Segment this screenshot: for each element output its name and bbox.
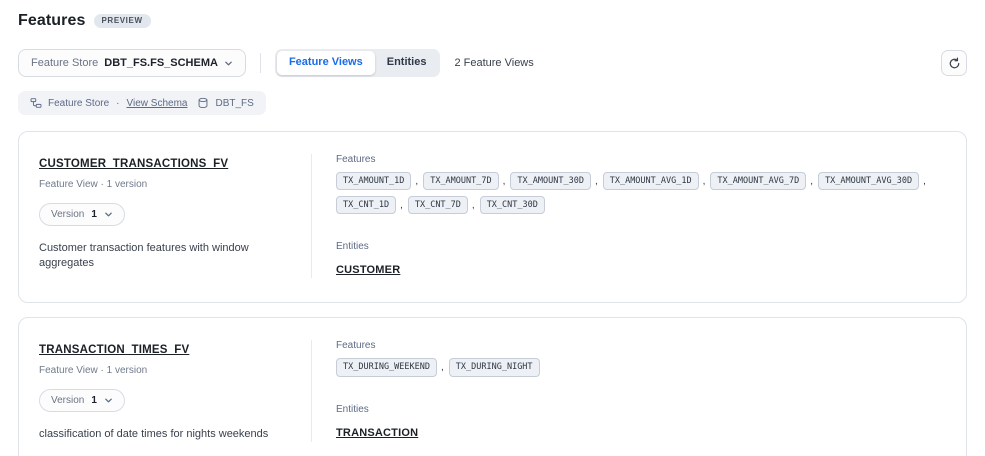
entities-section-label: Entities: [336, 241, 942, 252]
version-select-value: 1: [91, 395, 97, 406]
breadcrumb-store-label: Feature Store: [48, 98, 109, 109]
feature-store-select-value: DBT_FS.FS_SCHEMA: [104, 57, 218, 69]
refresh-icon: [948, 57, 961, 70]
feature-chip: TX_DURING_NIGHT: [449, 358, 540, 376]
page-header: Features PREVIEW: [18, 12, 967, 30]
entity-link-list: CUSTOMER: [336, 260, 942, 278]
feature-chip: TX_AMOUNT_AVG_1D: [603, 172, 699, 190]
database-icon: [197, 97, 209, 109]
refresh-button[interactable]: [941, 50, 967, 76]
feature-store-select-label: Feature Store: [31, 57, 98, 69]
feature-chip: TX_DURING_WEEKEND: [336, 358, 437, 376]
view-tabs: Feature Views Entities: [275, 49, 441, 76]
chevron-down-icon: [224, 59, 233, 68]
breadcrumb-database-name: DBT_FS: [215, 98, 253, 109]
preview-badge: PREVIEW: [94, 14, 151, 28]
feature-chip: TX_CNT_30D: [480, 196, 545, 214]
chip-separator: ,: [415, 176, 418, 187]
toolbar-divider: [260, 53, 261, 73]
entity-link[interactable]: CUSTOMER: [336, 264, 400, 276]
toolbar: Feature Store DBT_FS.FS_SCHEMA Feature V…: [18, 49, 967, 77]
card-summary: CUSTOMER_TRANSACTIONS_FV Feature View · …: [19, 132, 311, 302]
feature-view-subtitle: Feature View · 1 version: [39, 179, 291, 190]
feature-view-cards: CUSTOMER_TRANSACTIONS_FV Feature View · …: [18, 131, 967, 456]
entities-section: Entities CUSTOMER: [336, 241, 942, 278]
chip-separator: ,: [923, 176, 926, 187]
feature-chip-list: TX_AMOUNT_1D, TX_AMOUNT_7D, TX_AMOUNT_30D,…: [336, 172, 942, 214]
feature-view-card: TRANSACTION_TIMES_FV Feature View · 1 ve…: [18, 317, 967, 456]
chip-separator: ,: [595, 176, 598, 187]
feature-chip: TX_AMOUNT_30D: [510, 172, 591, 190]
feature-view-title-link[interactable]: CUSTOMER_TRANSACTIONS_FV: [39, 158, 228, 170]
feature-store-select[interactable]: Feature Store DBT_FS.FS_SCHEMA: [18, 49, 246, 77]
feature-chip-list: TX_DURING_WEEKEND, TX_DURING_NIGHT: [336, 358, 942, 376]
tab-entities[interactable]: Entities: [375, 51, 439, 74]
version-select-label: Version: [51, 395, 84, 406]
feature-chip: TX_AMOUNT_1D: [336, 172, 411, 190]
chip-separator: ,: [400, 200, 403, 211]
features-section-label: Features: [336, 340, 942, 351]
features-page: Features PREVIEW Feature Store DBT_FS.FS…: [0, 0, 985, 456]
features-section-label: Features: [336, 154, 942, 165]
version-select[interactable]: Version 1: [39, 203, 125, 226]
feature-chip: TX_AMOUNT_7D: [423, 172, 498, 190]
card-details: Features TX_AMOUNT_1D,TX_AMOUNT_7D,TX_AM…: [312, 132, 966, 302]
version-select-label: Version: [51, 209, 84, 220]
schema-icon: [30, 97, 42, 109]
entities-section: Entities TRANSACTION: [336, 404, 942, 441]
feature-chip: TX_AMOUNT_AVG_30D: [818, 172, 919, 190]
chip-separator: ,: [472, 200, 475, 211]
chip-separator: ,: [703, 176, 706, 187]
feature-chip: TX_CNT_1D: [336, 196, 396, 214]
chip-separator: ,: [503, 176, 506, 187]
tab-feature-views[interactable]: Feature Views: [277, 51, 375, 74]
entity-link[interactable]: TRANSACTION: [336, 427, 418, 439]
chevron-down-icon: [104, 210, 113, 219]
version-select[interactable]: Version 1: [39, 389, 125, 412]
feature-view-card: CUSTOMER_TRANSACTIONS_FV Feature View · …: [18, 131, 967, 303]
breadcrumb-separator: ·: [116, 98, 119, 109]
feature-chip: TX_CNT_7D: [408, 196, 468, 214]
version-select-value: 1: [91, 209, 97, 220]
chip-separator: ,: [441, 362, 444, 373]
feature-views-count: 2 Feature Views: [454, 57, 533, 69]
page-title: Features: [18, 12, 86, 30]
view-schema-link[interactable]: View Schema: [127, 98, 188, 109]
entities-section-label: Entities: [336, 404, 942, 415]
entity-link-list: TRANSACTION: [336, 423, 942, 441]
breadcrumb: Feature Store · View Schema DBT_FS: [18, 91, 266, 115]
feature-view-description: classification of date times for nights …: [39, 427, 284, 442]
chevron-down-icon: [104, 396, 113, 405]
feature-view-title-link[interactable]: TRANSACTION_TIMES_FV: [39, 344, 189, 356]
feature-view-subtitle: Feature View · 1 version: [39, 365, 291, 376]
card-details: Features TX_DURING_WEEKEND, TX_DURING_NIG…: [312, 318, 966, 456]
feature-view-description: Customer transaction features with windo…: [39, 241, 284, 271]
card-summary: TRANSACTION_TIMES_FV Feature View · 1 ve…: [19, 318, 311, 456]
chip-separator: ,: [810, 176, 813, 187]
feature-chip: TX_AMOUNT_AVG_7D: [710, 172, 806, 190]
